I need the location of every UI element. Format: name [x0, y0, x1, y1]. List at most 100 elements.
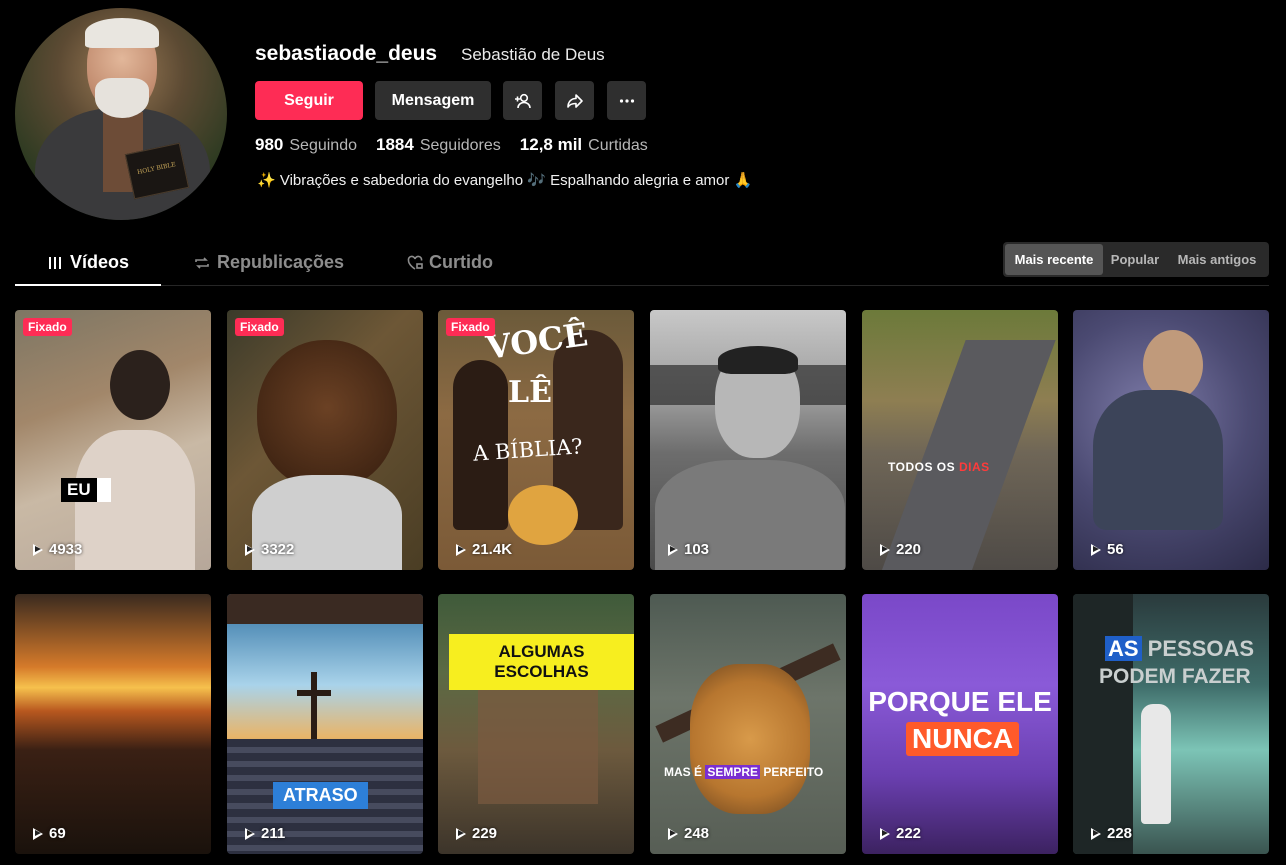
sort-latest[interactable]: Mais recente: [1005, 244, 1103, 275]
following-stat[interactable]: 980 Seguindo: [255, 135, 357, 155]
thumbnail-fruit: [508, 485, 578, 545]
thumbnail-cross-horizontal: [297, 690, 331, 696]
likes-stat: 12,8 mil Curtidas: [520, 135, 648, 155]
following-label: Seguindo: [289, 137, 357, 154]
view-count: 228: [1091, 825, 1132, 842]
video-card[interactable]: 69: [15, 594, 211, 854]
view-count: 248: [668, 825, 709, 842]
pinned-badge: Fixado: [23, 318, 72, 336]
likes-label: Curtidas: [588, 137, 648, 154]
sort-popular[interactable]: Popular: [1103, 244, 1167, 275]
pinned-badge: Fixado: [235, 318, 284, 336]
likes-count: 12,8 mil: [519, 135, 583, 154]
play-icon: [245, 543, 255, 556]
view-count: 21.4K: [456, 541, 512, 558]
tab-reposts-label: Republicações: [217, 252, 345, 272]
more-button[interactable]: [607, 81, 646, 120]
view-count: 3322: [245, 541, 294, 558]
video-card[interactable]: 103: [650, 310, 846, 570]
thumbnail-building: [478, 674, 598, 804]
video-caption-line1: PORQUE ELE: [868, 686, 1052, 717]
profile-stats: 980 Seguindo 1884 Seguidores 12,8 mil Cu…: [255, 135, 667, 155]
followers-label: Seguidores: [419, 137, 501, 154]
video-caption: TODOS OS DIAS: [888, 460, 990, 474]
video-caption-part1: AS: [1105, 636, 1142, 661]
tab-reposts[interactable]: Republicações: [193, 244, 344, 286]
thumbnail-hair: [110, 350, 170, 420]
tab-liked-label: Curtido: [429, 252, 493, 272]
view-count: 220: [880, 541, 921, 558]
thumbnail-roof: [227, 594, 423, 624]
pinned-badge: Fixado: [446, 318, 495, 336]
thumbnail-cave-wall: [1073, 594, 1133, 854]
tab-videos-label: Vídeos: [69, 252, 130, 272]
avatar[interactable]: HOLY BIBLE: [15, 8, 227, 220]
video-caption-part2: PESSOAS: [1141, 636, 1255, 661]
play-icon: [33, 827, 43, 840]
video-caption: ALGUMAS ESCOLHAS: [449, 634, 634, 690]
video-caption-part2: SEMPRE: [705, 765, 761, 779]
video-card[interactable]: 56: [1073, 310, 1269, 570]
thumbnail-cross-vertical: [311, 672, 317, 744]
thumbnail-hair: [718, 346, 798, 374]
video-card[interactable]: ATRASO 211: [227, 594, 423, 854]
video-card[interactable]: VOCÊ LÊ A BÍBLIA? Fixado 21.4K: [438, 310, 634, 570]
video-card[interactable]: MAS É SEMPRE PERFEITO 248: [650, 594, 846, 854]
followers-count: 1884: [376, 135, 414, 154]
video-card[interactable]: EU Fixado 4933: [15, 310, 211, 570]
add-friend-button[interactable]: [503, 81, 542, 120]
follow-button[interactable]: Seguir: [255, 81, 363, 120]
add-friend-icon: [514, 93, 531, 108]
video-caption-line2: PODEM FAZER: [1099, 665, 1251, 688]
video-caption: EU: [61, 478, 111, 502]
video-caption-part3: PERFEITO: [760, 765, 824, 779]
view-count: 222: [880, 825, 921, 842]
play-icon: [668, 827, 678, 840]
video-caption-part2: DIAS: [958, 460, 990, 474]
video-card[interactable]: Fixado 3322: [227, 310, 423, 570]
thumbnail-coat: [1093, 390, 1223, 530]
video-caption-line2: NUNCA: [906, 722, 1020, 756]
share-icon: [566, 93, 583, 108]
play-icon: [245, 827, 255, 840]
view-count: 56: [1091, 541, 1124, 558]
video-card[interactable]: TODOS OS DIAS 220: [862, 310, 1058, 570]
video-caption: MAS É SEMPRE PERFEITO: [664, 765, 823, 779]
share-button[interactable]: [555, 81, 594, 120]
view-count: 229: [456, 825, 497, 842]
play-icon: [880, 827, 890, 840]
view-count: 103: [668, 541, 709, 558]
video-caption-line1: AS PESSOAS: [1105, 636, 1254, 662]
username: sebastiaode_deus: [255, 42, 438, 65]
view-count: 4933: [33, 541, 82, 558]
video-caption-part1: MAS É: [664, 765, 706, 779]
avatar-hair: [85, 18, 159, 48]
play-icon: [456, 827, 466, 840]
followers-stat[interactable]: 1884 Seguidores: [376, 135, 501, 155]
video-card[interactable]: PORQUE ELE NUNCA 222: [862, 594, 1058, 854]
tab-videos[interactable]: Vídeos: [15, 244, 161, 286]
thumbnail-path: [878, 340, 1056, 570]
thumbnail-leopard: [690, 664, 810, 814]
message-button[interactable]: Mensagem: [375, 81, 491, 120]
sort-oldest[interactable]: Mais antigos: [1167, 244, 1267, 275]
avatar-beard: [95, 78, 149, 118]
grid-icon: [48, 257, 61, 269]
thumbnail-face: [257, 340, 397, 490]
following-count: 980: [255, 135, 284, 154]
play-icon: [33, 543, 43, 556]
nickname: Sebastião de Deus: [461, 45, 605, 64]
video-caption-part1: TODOS OS: [888, 460, 959, 474]
play-icon: [456, 543, 466, 556]
view-count: 211: [245, 825, 285, 842]
view-count: 69: [33, 825, 66, 842]
tab-liked[interactable]: Curtido: [406, 244, 493, 286]
thumbnail-person: [1141, 704, 1171, 824]
play-icon: [880, 543, 890, 556]
video-card[interactable]: ALGUMAS ESCOLHAS 229: [438, 594, 634, 854]
video-card[interactable]: AS PESSOAS PODEM FAZER 228: [1073, 594, 1269, 854]
video-caption-line2: LÊ: [508, 375, 552, 410]
sort-toggle: Mais recente Popular Mais antigos: [1003, 242, 1269, 277]
profile-bio: ✨ Vibrações e sabedoria do evangelho 🎶 E…: [257, 172, 753, 189]
play-icon: [1091, 827, 1101, 840]
